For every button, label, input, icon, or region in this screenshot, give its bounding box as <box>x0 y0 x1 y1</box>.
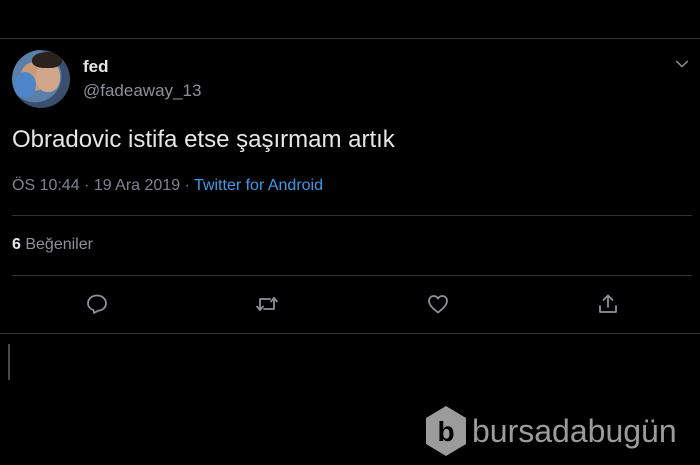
user-handle[interactable]: @fadeaway_13 <box>83 81 201 101</box>
retweet-button[interactable] <box>255 292 279 316</box>
bursadabugun-logo-icon: b <box>426 406 466 456</box>
likes-count: 6 <box>12 236 21 253</box>
reply-input-cursor[interactable] <box>8 344 10 380</box>
reply-icon <box>87 294 107 314</box>
tweet-meta: ÖS 10:44 · 19 Ara 2019 · Twitter for And… <box>12 177 323 195</box>
likes-label: Beğeniler <box>25 236 93 253</box>
top-divider <box>0 38 700 39</box>
avatar[interactable] <box>12 50 70 108</box>
divider <box>12 215 692 216</box>
watermark-text: bursadabugün <box>472 412 677 449</box>
watermark: b bursadabugün <box>424 402 677 460</box>
tweet-text: Obradovic istifa etse şaşırmam artık <box>12 126 395 153</box>
chevron-down-icon[interactable] <box>674 56 690 72</box>
share-icon <box>599 294 617 313</box>
logo-letter: b <box>437 416 454 447</box>
like-button[interactable] <box>426 292 450 316</box>
display-name[interactable]: fed <box>83 57 109 77</box>
globe-shape <box>14 72 36 98</box>
source-link[interactable]: Twitter for Android <box>194 177 323 194</box>
share-button[interactable] <box>596 292 620 316</box>
reply-button[interactable] <box>85 292 109 316</box>
hair-shape <box>32 52 62 68</box>
timestamp[interactable]: ÖS 10:44 · 19 Ara 2019 · <box>12 177 190 194</box>
divider <box>0 333 700 334</box>
like-icon <box>428 295 448 314</box>
retweet-icon <box>256 297 278 311</box>
divider <box>12 275 692 276</box>
likes-row[interactable]: 6 Beğeniler <box>12 236 93 254</box>
